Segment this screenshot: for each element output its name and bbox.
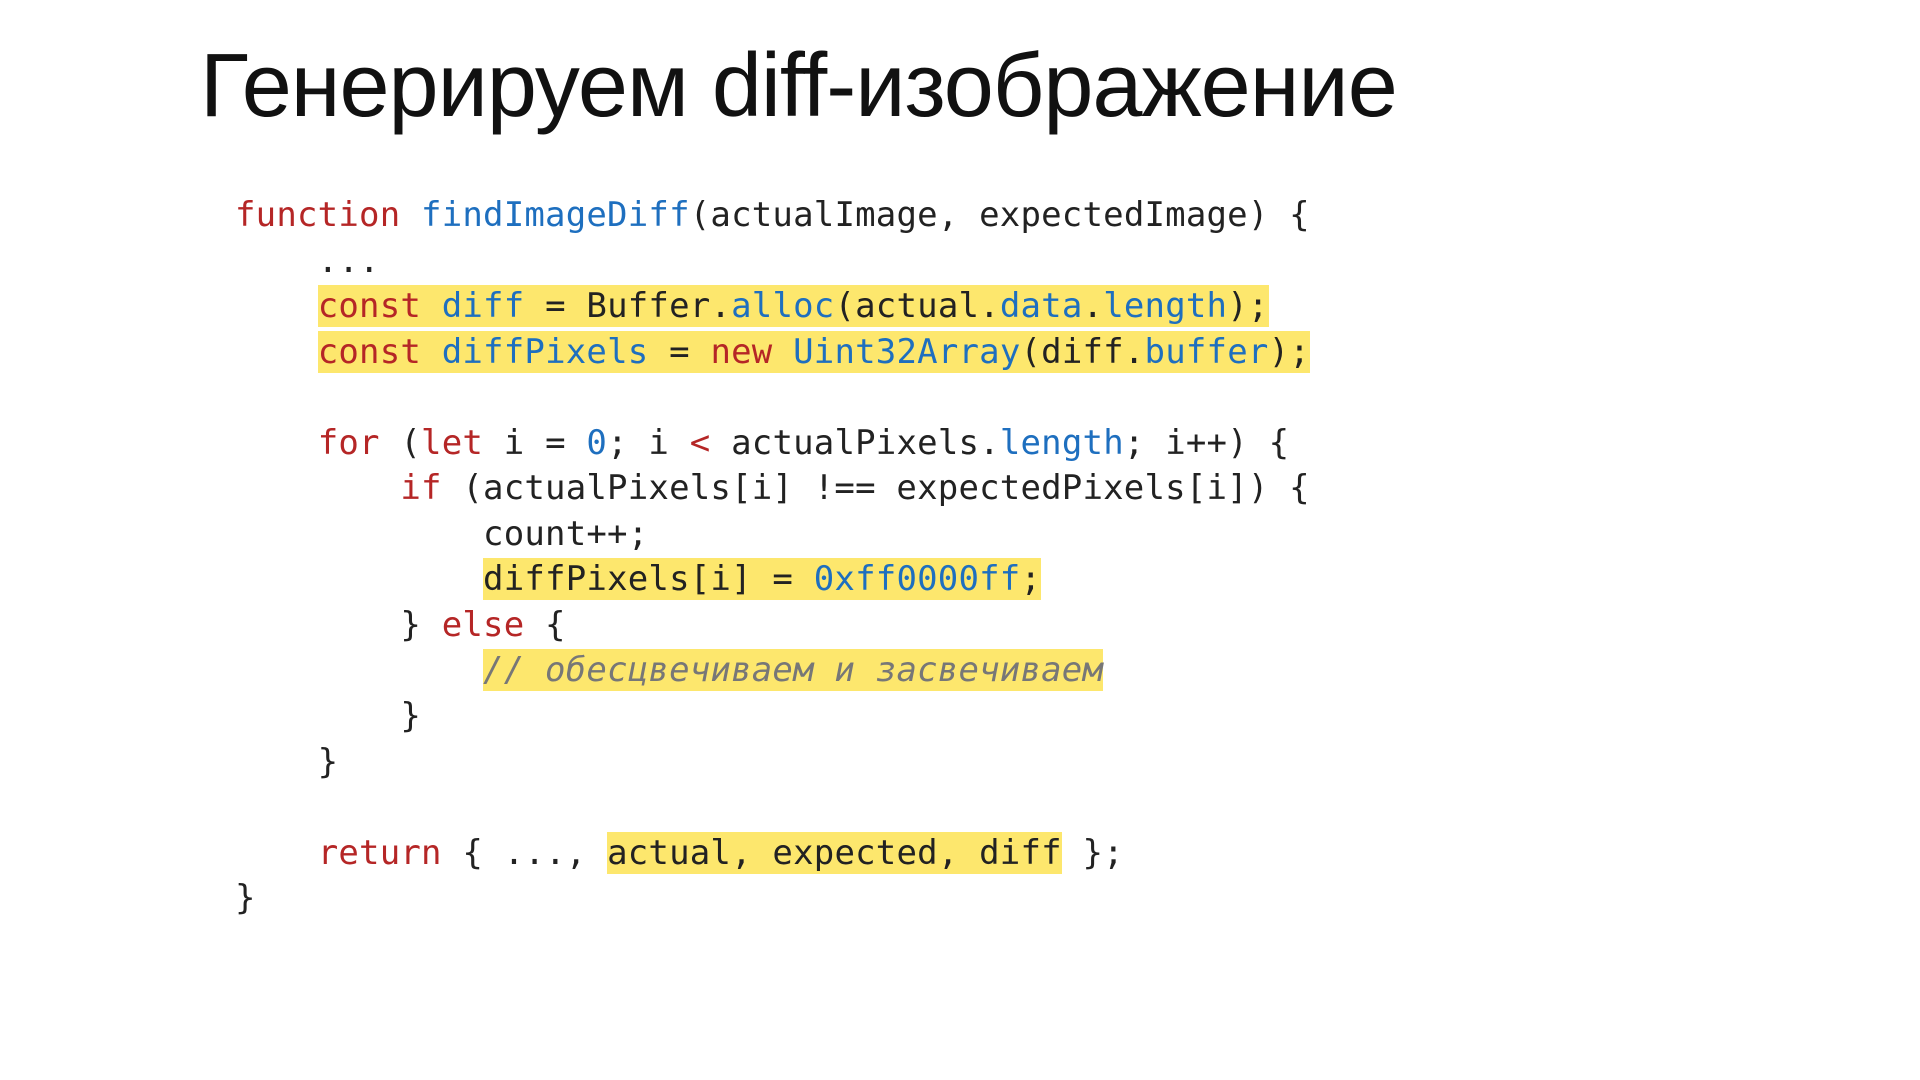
code-number: 0 <box>586 423 607 463</box>
code-text: actualPixels. <box>710 423 999 463</box>
code-number: 0xff0000ff <box>814 559 1021 599</box>
code-class: Uint32Array <box>793 332 1020 372</box>
code-text: ; i++) { <box>1124 423 1289 463</box>
code-text: i = <box>483 423 586 463</box>
code-block: function findImageDiff(actualImage, expe… <box>200 193 1720 922</box>
slide-title: Генерируем diff-изображение <box>200 35 1720 138</box>
code-function-name: findImageDiff <box>421 195 690 235</box>
code-prop: length <box>1103 286 1227 326</box>
code-keyword: new <box>710 332 772 372</box>
code-var: diff <box>442 286 525 326</box>
code-highlight: actual, expected, diff <box>607 832 1062 874</box>
code-text: } <box>235 605 442 645</box>
code-text: } <box>235 878 256 918</box>
code-text: (actualPixels[i] !== expectedPixels[i]) … <box>442 468 1310 508</box>
code-keyword: for <box>318 423 380 463</box>
code-keyword: const <box>318 332 421 372</box>
code-text: ( <box>380 423 421 463</box>
code-method: alloc <box>731 286 834 326</box>
code-keyword: const <box>318 286 421 326</box>
code-text: } <box>235 742 338 782</box>
code-text: }; <box>1062 833 1124 873</box>
code-highlight: diffPixels[i] = 0xff0000ff; <box>483 558 1041 600</box>
code-text: ; i <box>607 423 690 463</box>
code-prop: data <box>1000 286 1083 326</box>
code-text: { <box>524 605 565 645</box>
code-text: (actual. <box>834 286 999 326</box>
code-keyword: function <box>235 195 400 235</box>
code-text: (diff. <box>1021 332 1145 372</box>
code-text: ); <box>1227 286 1268 326</box>
code-op: < <box>690 423 711 463</box>
code-text: ... <box>235 241 380 281</box>
code-var: diffPixels <box>442 332 649 372</box>
code-text: (actualImage, expectedImage) { <box>690 195 1310 235</box>
code-prop: length <box>1000 423 1124 463</box>
code-text: ; <box>1020 559 1041 599</box>
code-highlight: const diff = Buffer.alloc(actual.data.le… <box>318 285 1269 327</box>
code-text <box>235 559 483 599</box>
code-keyword: let <box>421 423 483 463</box>
code-text: { ..., <box>442 833 607 873</box>
code-text: ); <box>1269 332 1310 372</box>
code-text <box>772 332 793 372</box>
code-text: = Buffer. <box>524 286 731 326</box>
code-text: = <box>648 332 710 372</box>
code-text: count++; <box>235 514 648 554</box>
presentation-slide: Генерируем diff-изображение function fin… <box>0 0 1920 1080</box>
code-keyword: if <box>400 468 441 508</box>
code-highlight-comment: // обесцвечиваем и засвечиваем <box>483 649 1103 691</box>
code-prop: buffer <box>1145 332 1269 372</box>
code-highlight: const diffPixels = new Uint32Array(diff.… <box>318 331 1310 373</box>
code-text: . <box>1083 286 1104 326</box>
code-keyword: else <box>442 605 525 645</box>
code-text: diffPixels[i] = <box>483 559 814 599</box>
code-text <box>235 650 483 690</box>
code-keyword: return <box>318 833 442 873</box>
code-text: } <box>235 696 421 736</box>
